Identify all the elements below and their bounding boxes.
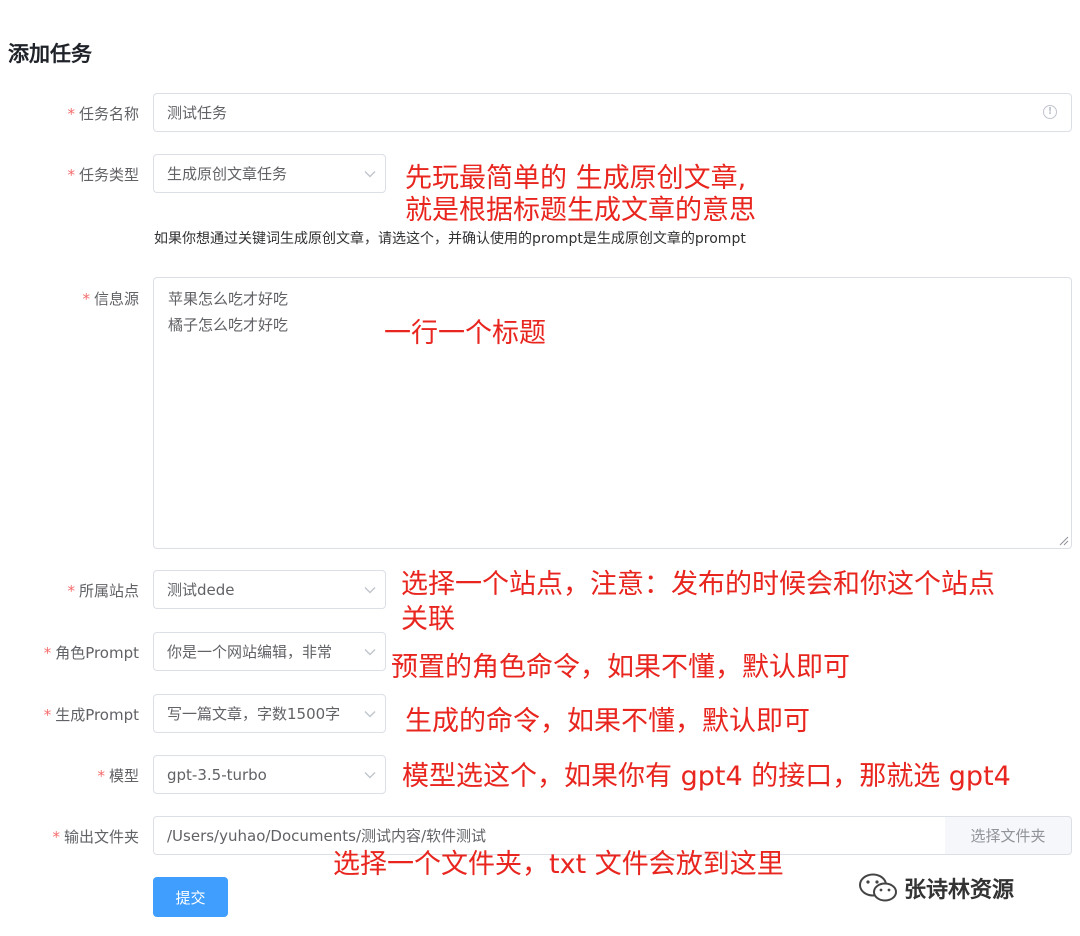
- annotation-site-2: 关联: [401, 604, 455, 635]
- role-prompt-value: 你是一个网站编辑，非常: [167, 643, 333, 661]
- chevron-down-icon: [355, 648, 385, 656]
- task-name-value: 测试任务: [167, 104, 228, 122]
- gen-prompt-value: 写一篇文章，字数1500字: [167, 705, 341, 723]
- source-textarea[interactable]: 苹果怎么吃才好吃 橘子怎么吃才好吃: [153, 277, 1072, 549]
- chevron-down-icon: [355, 586, 385, 594]
- info-icon: !: [1043, 105, 1057, 119]
- chevron-down-icon: [355, 771, 385, 779]
- task-type-label: * 任务类型: [67, 166, 139, 184]
- chevron-down-icon: [355, 170, 385, 178]
- choose-folder-button[interactable]: 选择文件夹: [945, 816, 1072, 855]
- output-folder-value: /Users/yuhao/Documents/测试内容/软件测试: [167, 827, 487, 845]
- site-select[interactable]: 测试dede: [153, 570, 386, 609]
- annotation-site-1: 选择一个站点，注意：发布的时候会和你这个站点: [401, 569, 995, 600]
- source-label: * 信息源: [82, 290, 139, 308]
- role-prompt-label: * 角色Prompt: [43, 644, 139, 662]
- model-label: * 模型: [97, 767, 139, 785]
- task-name-input[interactable]: 测试任务 !: [153, 93, 1072, 132]
- watermark-text: 张诗林资源: [904, 878, 1015, 903]
- task-type-value: 生成原创文章任务: [167, 165, 288, 183]
- gen-prompt-label: * 生成Prompt: [43, 706, 139, 724]
- task-type-select[interactable]: 生成原创文章任务: [153, 154, 386, 193]
- site-value: 测试dede: [167, 581, 235, 599]
- wechat-icon: [859, 873, 897, 902]
- annotation-role-prompt: 预置的角色命令，如果不懂，默认即可: [391, 652, 850, 683]
- source-line: 苹果怎么吃才好吃: [168, 290, 289, 308]
- role-prompt-select[interactable]: 你是一个网站编辑，非常: [153, 632, 386, 671]
- annotation-gen-prompt: 生成的命令，如果不懂，默认即可: [405, 706, 810, 737]
- annotation-task-type-2: 就是根据标题生成文章的意思: [405, 195, 756, 226]
- annotation-source: 一行一个标题: [384, 318, 546, 349]
- source-line: 橘子怎么吃才好吃: [168, 316, 289, 334]
- annotation-output-folder: 选择一个文件夹，txt 文件会放到这里: [333, 849, 784, 880]
- model-select[interactable]: gpt-3.5-turbo: [153, 755, 386, 794]
- watermark: 张诗林资源: [858, 872, 1014, 904]
- submit-button[interactable]: 提交: [153, 877, 228, 917]
- resize-handle-icon[interactable]: [1059, 536, 1069, 546]
- annotation-task-type-1: 先玩最简单的 生成原创文章,: [405, 163, 747, 194]
- task-name-label: * 任务名称: [67, 105, 139, 123]
- model-value: gpt-3.5-turbo: [167, 765, 267, 784]
- gen-prompt-select[interactable]: 写一篇文章，字数1500字: [153, 694, 386, 733]
- site-label: * 所属站点: [67, 582, 139, 600]
- chevron-down-icon: [355, 710, 385, 718]
- page-title: 添加任务: [8, 42, 92, 66]
- annotation-model: 模型选这个，如果你有 gpt4 的接口，那就选 gpt4: [402, 761, 1011, 792]
- output-folder-label: * 输出文件夹: [52, 828, 139, 846]
- task-type-hint: 如果你想通过关键词生成原创文章，请选这个，并确认使用的prompt是生成原创文章…: [154, 231, 746, 247]
